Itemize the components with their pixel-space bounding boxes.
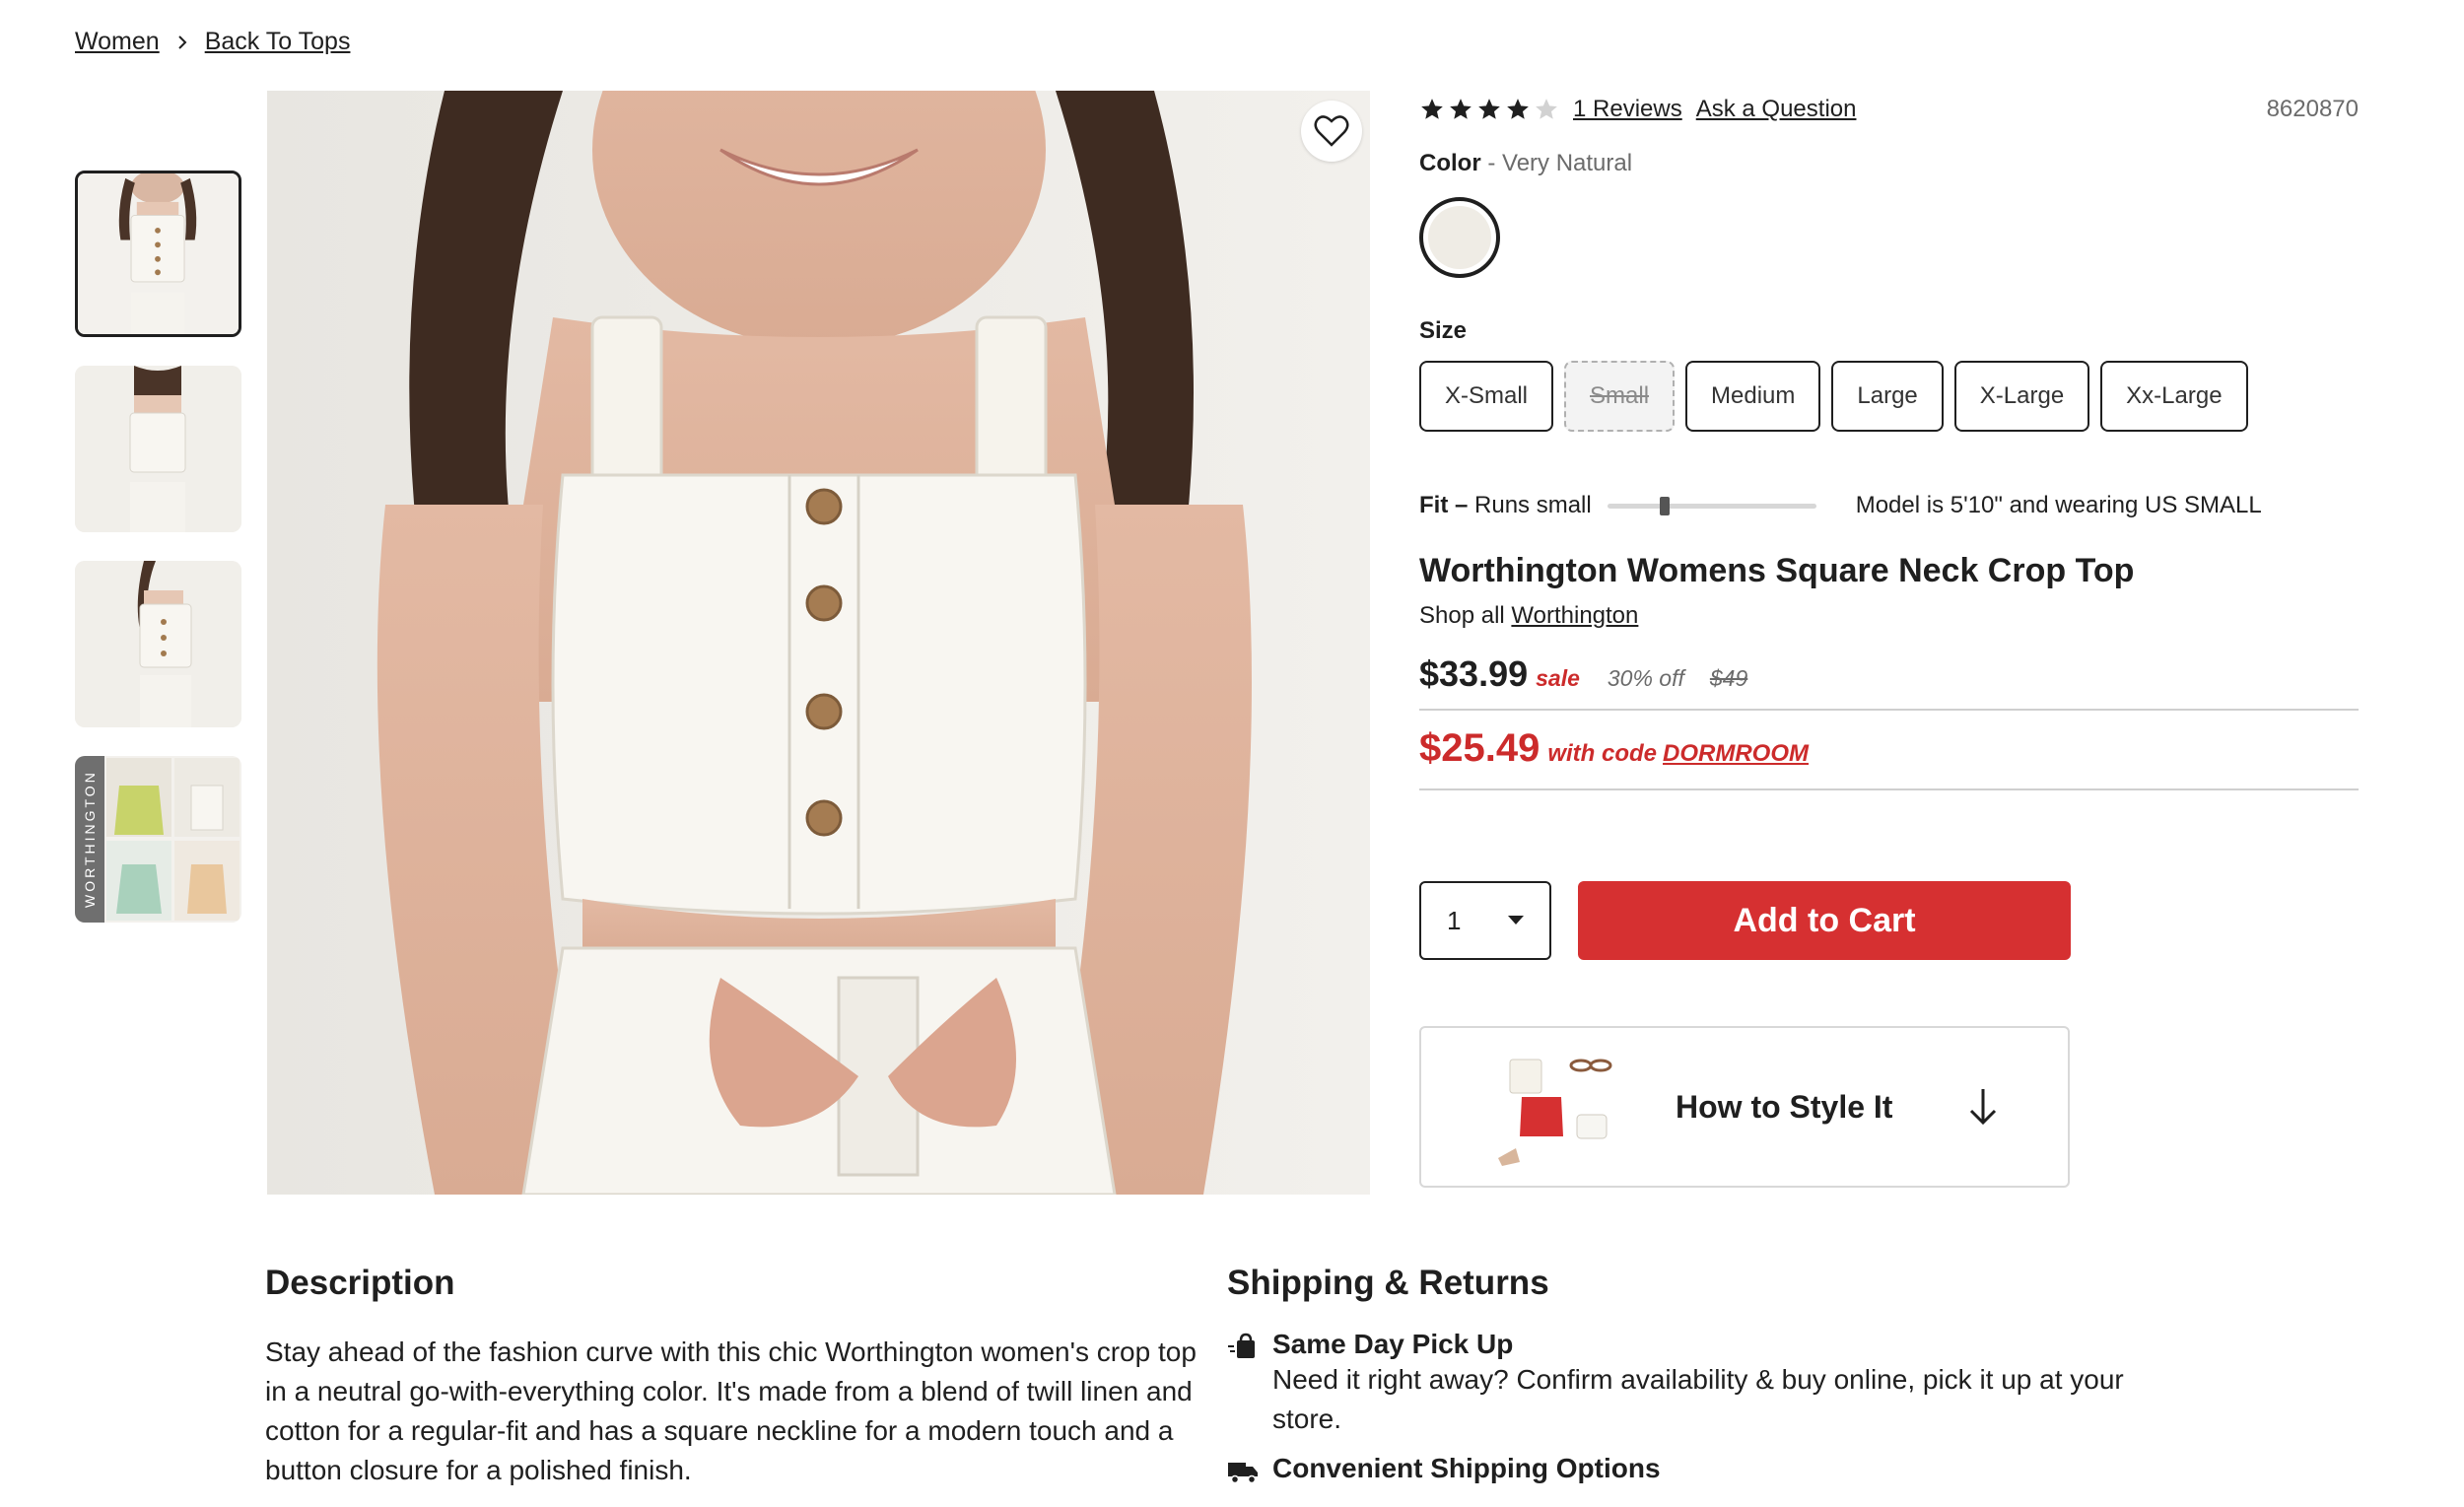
description-heading: Description — [265, 1264, 455, 1302]
size-xsmall-button[interactable]: X-Small — [1419, 361, 1554, 432]
fit-scale — [1607, 496, 1816, 515]
shop-all-brand: Shop all Worthington — [1419, 602, 2359, 630]
thumbnail-side[interactable] — [75, 561, 241, 727]
reviews-link[interactable]: 1 Reviews — [1573, 96, 1682, 123]
product-title: Worthington Womens Square Neck Crop Top — [1419, 552, 2135, 589]
shipping-returns-section: Shipping & Returns Same Day Pick Up Need… — [1227, 1264, 2144, 1486]
fit-value: Runs small — [1474, 492, 1592, 518]
fit-row: Fit – Runs small Model is 5'10" and wear… — [1419, 491, 2359, 520]
thumbnail-side-image — [75, 561, 241, 727]
star-empty-icon — [1536, 99, 1557, 119]
same-day-pickup-item: Same Day Pick Up Need it right away? Con… — [1227, 1329, 2144, 1439]
star-filled-icon — [1507, 99, 1529, 119]
star-filled-icon — [1478, 99, 1500, 119]
breadcrumb: Women Back To Tops — [75, 28, 350, 56]
how-to-style-it-button[interactable]: How to Style It — [1419, 1026, 2070, 1188]
discount-percent: 30% off — [1607, 665, 1684, 691]
cart-row: 1 Add to Cart — [1419, 881, 2071, 960]
swatch-fill — [1428, 206, 1491, 269]
rating-row: 1 Reviews Ask a Question 8620870 — [1419, 89, 2359, 130]
price-row: $33.99 sale 30% off $49 — [1419, 653, 2359, 711]
thumbnail-gallery: WORTHINGTON — [75, 171, 241, 951]
promo-code-link[interactable]: DORMROOM — [1663, 740, 1809, 767]
truck-icon — [1228, 1463, 1258, 1484]
description-text: Stay ahead of the fashion curve with thi… — [265, 1336, 1197, 1485]
product-photo — [267, 91, 1370, 1195]
brand-strip-label: WORTHINGTON — [75, 756, 104, 923]
caret-down-icon — [1508, 916, 1524, 925]
quantity-value: 1 — [1447, 905, 1462, 935]
color-label-text: Color — [1419, 150, 1481, 176]
size-xxlarge-button[interactable]: Xx-Large — [2100, 361, 2248, 432]
sale-tag: sale — [1536, 665, 1580, 691]
pickup-bag-icon — [1228, 1333, 1255, 1358]
sku-number: 8620870 — [2266, 96, 2359, 122]
promo-text: with code DORMROOM — [1547, 740, 1809, 768]
brand-link[interactable]: Worthington — [1511, 602, 1638, 629]
color-swatch-very-natural[interactable] — [1419, 197, 1500, 278]
size-options: X-Small Small Medium Large X-Large Xx-La… — [1419, 361, 2359, 432]
thumbnail-front[interactable] — [75, 171, 241, 337]
star-filled-icon — [1450, 99, 1472, 119]
original-price: $49 — [1709, 665, 1748, 691]
shop-all-prefix: Shop all — [1419, 602, 1505, 629]
arrow-down-icon — [1970, 1089, 1997, 1126]
current-price: $33.99 — [1419, 653, 1529, 694]
shipping-options-item: Convenient Shipping Options — [1227, 1453, 2144, 1486]
model-size-note: Model is 5'10" and wearing US SMALL — [1855, 492, 2262, 518]
breadcrumb-back-to-tops-link[interactable]: Back To Tops — [205, 28, 351, 56]
chevron-right-icon — [173, 34, 191, 51]
color-label: Color - Very Natural — [1419, 150, 2359, 177]
how-to-style-it-label: How to Style It — [1676, 1088, 1893, 1125]
thumbnail-brand-collage[interactable]: WORTHINGTON — [75, 756, 241, 923]
star-filled-icon — [1421, 99, 1443, 119]
add-to-cart-button[interactable]: Add to Cart — [1578, 881, 2071, 960]
size-xlarge-button[interactable]: X-Large — [1953, 361, 2090, 432]
thumbnail-back-image — [75, 366, 241, 532]
quantity-select[interactable]: 1 — [1419, 881, 1551, 960]
shipping-options-title: Convenient Shipping Options — [1272, 1453, 1661, 1483]
star-rating — [1419, 97, 1559, 122]
fit-indicator — [1659, 496, 1670, 515]
description-section: Description Stay ahead of the fashion cu… — [265, 1264, 1211, 1490]
color-value: - Very Natural — [1487, 150, 1633, 176]
thumbnail-back[interactable] — [75, 366, 241, 532]
product-main-image[interactable] — [267, 91, 1370, 1195]
size-medium-button[interactable]: Medium — [1685, 361, 1821, 432]
size-large-button[interactable]: Large — [1831, 361, 1944, 432]
favorite-button[interactable] — [1301, 101, 1362, 162]
thumbnail-front-image — [78, 173, 239, 334]
heart-icon — [1314, 115, 1349, 147]
outfit-thumbnail — [1498, 1059, 1612, 1166]
ask-question-link[interactable]: Ask a Question — [1696, 96, 1857, 123]
breadcrumb-women-link[interactable]: Women — [75, 28, 160, 56]
promo-price: $25.49 — [1419, 726, 1540, 770]
size-small-button-unavailable[interactable]: Small — [1564, 361, 1676, 432]
product-info-panel: 1 Reviews Ask a Question 8620870 Color -… — [1419, 89, 2359, 790]
shipping-heading: Shipping & Returns — [1227, 1264, 1549, 1302]
pickup-title: Same Day Pick Up — [1272, 1329, 1514, 1359]
pickup-description: Need it right away? Confirm availability… — [1272, 1364, 2124, 1434]
promo-row: $25.49 with code DORMROOM — [1419, 726, 2359, 790]
size-label: Size — [1419, 317, 1468, 344]
fit-label: Fit – — [1419, 492, 1469, 518]
promo-with-code: with code — [1547, 740, 1658, 767]
